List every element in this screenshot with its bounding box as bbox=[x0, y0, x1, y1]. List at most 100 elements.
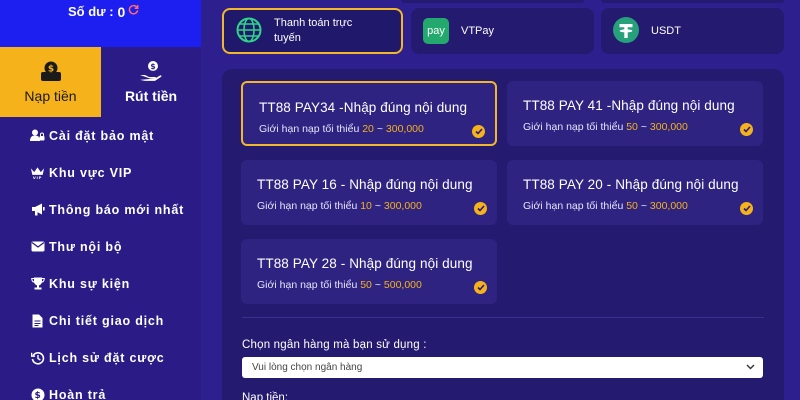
svg-text:VIP: VIP bbox=[33, 176, 42, 180]
nav-label: Thông báo mới nhất bbox=[49, 202, 185, 217]
divider bbox=[242, 317, 764, 318]
limit-prefix: Giới hạn nạp tối thiểu bbox=[257, 200, 358, 212]
tab-deposit[interactable]: $ Nạp tiền bbox=[0, 47, 101, 117]
tab-withdraw-label: Rút tiền bbox=[124, 88, 178, 104]
limit-min: 50 bbox=[626, 200, 638, 212]
chevron-down-icon bbox=[746, 362, 755, 374]
check-icon bbox=[472, 125, 485, 138]
side-nav: Cài đặt bảo mật VIP Khu vực VIP Thông bá… bbox=[0, 117, 201, 400]
nav-security-settings[interactable]: Cài đặt bảo mật bbox=[0, 117, 201, 154]
limit-max: 300,000 bbox=[649, 200, 688, 212]
sidebar: Số dư : 0 $ Nạp tiền $ Rút tiền Cài đặt … bbox=[0, 0, 201, 400]
document-icon bbox=[30, 313, 45, 328]
method-label: Thanh toán trực tuyến bbox=[274, 17, 353, 44]
limit-max: 300,000 bbox=[649, 121, 688, 133]
limit-sep: ~ bbox=[376, 123, 383, 135]
method-label: USDT bbox=[651, 24, 681, 37]
method-vtpay[interactable]: pay VTPay bbox=[411, 8, 594, 54]
vtpay-logo-text: pay bbox=[427, 24, 445, 37]
method-label: VTPay bbox=[461, 24, 495, 37]
pay-channel-title: TT88 PAY 20 - Nhập đúng nội dung bbox=[523, 177, 739, 192]
svg-text:$: $ bbox=[34, 391, 41, 400]
dollar-coin-icon: $ bbox=[30, 387, 45, 400]
limit-prefix: Giới hạn nạp tối thiểu bbox=[257, 279, 358, 291]
limit-sep: ~ bbox=[640, 121, 647, 133]
balance-bar: Số dư : 0 bbox=[0, 0, 201, 47]
limit-min: 20 bbox=[362, 123, 374, 135]
trophy-icon bbox=[30, 276, 45, 291]
limit-max: 300,000 bbox=[385, 123, 424, 135]
limit-max: 300,000 bbox=[383, 200, 422, 212]
balance-amount: 0 bbox=[117, 4, 126, 20]
pay-channel-title: TT88 PAY 16 - Nhập đúng nội dung bbox=[257, 177, 473, 192]
user-lock-icon bbox=[30, 128, 45, 143]
sidebar-tabs: $ Nạp tiền $ Rút tiền bbox=[0, 47, 201, 117]
globe-icon bbox=[236, 17, 262, 46]
limit-prefix: Giới hạn nạp tối thiểu bbox=[523, 200, 624, 212]
envelope-icon bbox=[30, 239, 45, 254]
bank-select[interactable]: Vui lòng chọn ngân hàng bbox=[242, 357, 763, 378]
limit-prefix: Giới hạn nạp tối thiểu bbox=[259, 123, 360, 135]
nav-internal-mail[interactable]: Thư nội bộ bbox=[0, 228, 201, 265]
nav-label: Khu sự kiện bbox=[49, 276, 131, 291]
deposit-panel: TT88 PAY34 -Nhập đúng nội dung Giới hạn … bbox=[222, 69, 784, 400]
limit-sep: ~ bbox=[374, 279, 381, 291]
pay-channel-card[interactable]: TT88 PAY34 -Nhập đúng nội dung Giới hạn … bbox=[241, 81, 497, 146]
bank-select-value: Vui lòng chọn ngân hàng bbox=[252, 362, 363, 373]
crown-vip-icon: VIP bbox=[30, 165, 45, 180]
nav-vip-area[interactable]: VIP Khu vực VIP bbox=[0, 154, 201, 191]
pay-channel-limit: Giới hạn nạp tối thiểu 50 ~ 300,000 bbox=[523, 121, 688, 133]
tab-deposit-label: Nạp tiền bbox=[24, 88, 77, 104]
limit-sep: ~ bbox=[640, 200, 647, 212]
pay-channel-title: TT88 PAY 41 -Nhập đúng nội dung bbox=[523, 98, 735, 113]
pay-channel-card[interactable]: TT88 PAY 41 -Nhập đúng nội dung Giới hạn… bbox=[507, 81, 763, 146]
limit-min: 10 bbox=[360, 200, 372, 212]
limit-prefix: Giới hạn nạp tối thiểu bbox=[523, 121, 624, 133]
pay-channel-card[interactable]: TT88 PAY 16 - Nhập đúng nội dung Giới hạ… bbox=[241, 160, 497, 225]
nav-label: Lịch sử đặt cược bbox=[49, 350, 165, 365]
limit-min: 50 bbox=[360, 279, 372, 291]
method-row-stub bbox=[601, 0, 784, 3]
tab-withdraw[interactable]: $ Rút tiền bbox=[101, 47, 201, 117]
pay-channel-title: TT88 PAY 28 - Nhập đúng nội dung bbox=[257, 256, 473, 271]
method-online-payment[interactable]: Thanh toán trực tuyến bbox=[222, 8, 403, 54]
withdraw-icon: $ bbox=[139, 60, 163, 82]
method-row-stub bbox=[401, 0, 584, 3]
nav-events[interactable]: Khu sự kiện bbox=[0, 265, 201, 302]
pay-channel-limit: Giới hạn nạp tối thiểu 50 ~ 300,000 bbox=[523, 200, 688, 212]
refresh-icon[interactable] bbox=[128, 4, 139, 18]
pay-channel-limit: Giới hạn nạp tối thiểu 10 ~ 300,000 bbox=[257, 200, 422, 212]
check-icon bbox=[474, 202, 487, 215]
method-usdt[interactable]: USDT bbox=[601, 8, 784, 54]
history-icon bbox=[30, 350, 45, 365]
limit-min: 50 bbox=[626, 121, 638, 133]
nav-label: Hoàn trả bbox=[49, 387, 107, 400]
megaphone-icon bbox=[30, 202, 45, 217]
nav-refund[interactable]: $ Hoàn trả bbox=[0, 376, 201, 400]
nav-transaction-details[interactable]: Chi tiết giao dịch bbox=[0, 302, 201, 339]
nav-label: Chi tiết giao dịch bbox=[49, 313, 165, 328]
limit-max: 500,000 bbox=[383, 279, 422, 291]
limit-sep: ~ bbox=[374, 200, 381, 212]
check-icon bbox=[474, 281, 487, 294]
pay-channel-title: TT88 PAY34 -Nhập đúng nội dung bbox=[259, 100, 468, 115]
deposit-icon: $ bbox=[40, 60, 62, 82]
pay-channel-card[interactable]: TT88 PAY 28 - Nhập đúng nội dung Giới hạ… bbox=[241, 239, 497, 304]
nav-latest-notifications[interactable]: Thông báo mới nhất bbox=[0, 191, 201, 228]
tether-logo bbox=[613, 16, 639, 46]
nav-label: Cài đặt bảo mật bbox=[49, 128, 155, 143]
svg-text:$: $ bbox=[47, 64, 53, 74]
check-icon bbox=[740, 202, 753, 215]
balance-label: Số dư : bbox=[68, 4, 114, 19]
pay-channel-card[interactable]: TT88 PAY 20 - Nhập đúng nội dung Giới hạ… bbox=[507, 160, 763, 225]
viettel-pay-logo: pay bbox=[423, 18, 449, 44]
pay-channel-limit: Giới hạn nạp tối thiểu 50 ~ 500,000 bbox=[257, 279, 422, 291]
nav-label: Thư nội bộ bbox=[49, 239, 123, 254]
bank-select-label: Chọn ngân hàng mà bạn sử dụng : bbox=[242, 339, 427, 351]
nav-bet-history[interactable]: Lịch sử đặt cược bbox=[0, 339, 201, 376]
payment-methods: Thanh toán trực tuyến pay VTPay USDT bbox=[201, 0, 800, 63]
amount-label: Nạp tiền: bbox=[242, 392, 289, 400]
pay-channel-limit: Giới hạn nạp tối thiểu 20 ~ 300,000 bbox=[259, 123, 424, 135]
check-icon bbox=[740, 123, 753, 136]
svg-text:$: $ bbox=[150, 62, 155, 71]
